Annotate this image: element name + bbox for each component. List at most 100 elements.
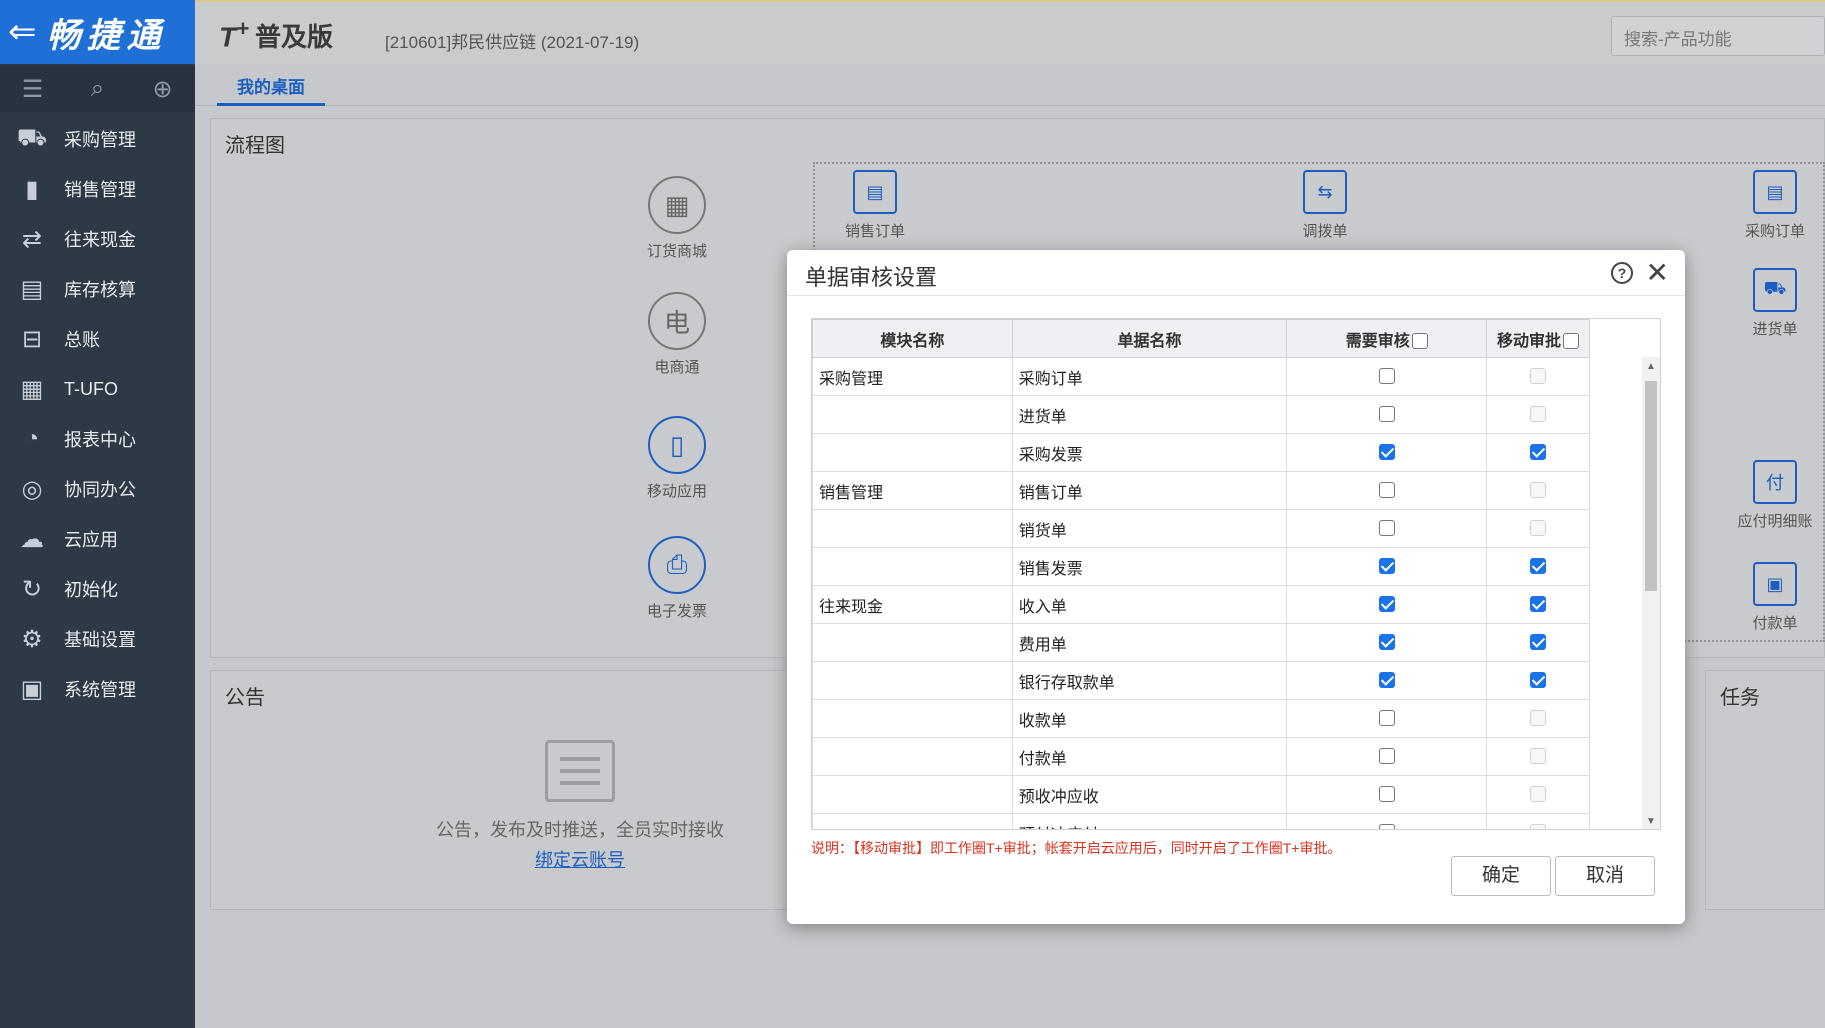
- table-row: 收款单: [812, 699, 1590, 738]
- node-purchase-order[interactable]: ▤ 采购订单: [1720, 170, 1825, 241]
- sidebar-item-label: 协同办公: [64, 480, 136, 500]
- node-e-invoice[interactable]: ⎙ 电子发票: [622, 536, 732, 621]
- sidebar-item[interactable]: ▤ 库存核算: [0, 264, 195, 314]
- mobile-cell: [1486, 699, 1590, 738]
- need-review-checkbox[interactable]: [1378, 444, 1395, 461]
- table-row: 往来现金 收入单: [812, 585, 1590, 624]
- sidebar-item[interactable]: ⚙ 基础设置: [0, 614, 195, 664]
- menu-icon[interactable]: ☰: [0, 75, 65, 104]
- need-review-checkbox[interactable]: [1378, 672, 1395, 689]
- review-cell: [1286, 395, 1488, 434]
- review-cell: [1286, 509, 1488, 548]
- mobile-cell: [1486, 433, 1590, 472]
- node-order-mall[interactable]: ▦ 订货商城: [622, 176, 732, 261]
- need-review-checkbox[interactable]: [1378, 786, 1395, 803]
- select-all-mobile-checkbox[interactable]: [1563, 333, 1580, 350]
- mobile-cell: [1486, 585, 1590, 624]
- doc-cell: 采购订单: [1011, 357, 1288, 396]
- sidebar-item[interactable]: ▣ 系统管理: [0, 664, 195, 714]
- scroll-thumb[interactable]: [1645, 381, 1657, 591]
- need-review-checkbox[interactable]: [1378, 368, 1395, 385]
- mobile-approval-checkbox: [1530, 710, 1547, 727]
- mobile-approval-checkbox[interactable]: [1530, 634, 1547, 651]
- node-sales-order[interactable]: ▤ 销售订单: [820, 170, 930, 241]
- sidebar-item[interactable]: ◎ 协同办公: [0, 464, 195, 514]
- doc-cell: 银行存取款单: [1011, 661, 1288, 700]
- need-review-checkbox[interactable]: [1378, 520, 1395, 537]
- mobile-approval-checkbox[interactable]: [1530, 558, 1547, 575]
- mobile-cell: [1486, 395, 1590, 434]
- sales-order-icon: ▤: [853, 170, 897, 214]
- col-doc: 单据名称: [1011, 319, 1288, 358]
- need-review-checkbox[interactable]: [1378, 406, 1395, 423]
- doc-cell: 进货单: [1011, 395, 1288, 434]
- mobile-icon: ▯: [648, 416, 706, 474]
- sidebar-item[interactable]: ☁ 云应用: [0, 514, 195, 564]
- need-review-checkbox[interactable]: [1378, 482, 1395, 499]
- doc-cell: 费用单: [1011, 623, 1288, 662]
- module-cell: [812, 775, 1013, 814]
- sidebar-item[interactable]: ⛟ 采购管理: [0, 114, 195, 164]
- vertical-scrollbar[interactable]: ▲ ▼: [1642, 357, 1660, 829]
- need-review-checkbox[interactable]: [1378, 824, 1395, 829]
- doc-cell: 预付冲应付: [1011, 813, 1288, 829]
- search-doc-icon[interactable]: ⌕: [65, 75, 130, 103]
- mobile-approval-checkbox: [1530, 482, 1547, 499]
- ok-button[interactable]: 确定: [1451, 856, 1551, 896]
- brand-logo: T+ 普及版: [219, 16, 333, 53]
- tab-bar: 我的桌面: [195, 66, 1825, 106]
- sidebar-item[interactable]: ▮ 销售管理: [0, 164, 195, 214]
- table-row: 预收冲应收: [812, 775, 1590, 814]
- doc-cell: 销售发票: [1011, 547, 1288, 586]
- close-icon[interactable]: ✕: [1646, 256, 1669, 289]
- node-payment[interactable]: ▣ 付款单: [1720, 562, 1825, 633]
- bind-cloud-account-link[interactable]: 绑定云账号: [535, 846, 625, 872]
- module-cell: [812, 509, 1013, 548]
- node-ecommerce[interactable]: 电 电商通: [622, 292, 732, 377]
- mobile-approval-checkbox[interactable]: [1530, 596, 1547, 613]
- mobile-cell: [1486, 661, 1590, 700]
- need-review-checkbox[interactable]: [1378, 710, 1395, 727]
- need-review-checkbox[interactable]: [1378, 558, 1395, 575]
- help-icon[interactable]: ?: [1611, 262, 1633, 284]
- review-cell: [1286, 357, 1488, 396]
- sidebar-item[interactable]: ⇄ 往来现金: [0, 214, 195, 264]
- sidebar-item[interactable]: ⊟ 总账: [0, 314, 195, 364]
- refresh-icon: ↻: [21, 575, 43, 603]
- sidebar-item[interactable]: ◔ 报表中心: [0, 414, 195, 464]
- review-cell: [1286, 471, 1488, 510]
- table-row: 进货单: [812, 395, 1590, 434]
- sidebar-item[interactable]: ↻ 初始化: [0, 564, 195, 614]
- sidebar-item[interactable]: ▦ T-UFO: [0, 364, 195, 414]
- ledger-icon: ⊟: [21, 325, 43, 353]
- tab-my-desktop[interactable]: 我的桌面: [217, 74, 325, 106]
- scroll-up-icon[interactable]: ▲: [1646, 361, 1656, 372]
- mobile-approval-checkbox: [1530, 786, 1547, 803]
- sidebar-item-label: 系统管理: [64, 680, 136, 700]
- need-review-checkbox[interactable]: [1378, 634, 1395, 651]
- node-payable-detail[interactable]: 付 应付明细账: [1720, 460, 1825, 531]
- doc-cell: 预收冲应收: [1011, 775, 1288, 814]
- module-cell: 销售管理: [812, 471, 1013, 510]
- need-review-checkbox[interactable]: [1378, 596, 1395, 613]
- sidebar-menu: ⛟ 采购管理 ▮ 销售管理 ⇄ 往来现金 ▤ 库存核算 ⊟ 总账 ▦ T-UFO ◔ 报表中心 ◎ 协同办公 ☁…: [0, 114, 195, 714]
- col-module: 模块名称: [812, 319, 1013, 358]
- node-label: 订货商城: [646, 243, 707, 260]
- table-row: 销售发票: [812, 547, 1590, 586]
- scroll-down-icon[interactable]: ▼: [1646, 816, 1656, 827]
- cancel-button[interactable]: 取消: [1555, 856, 1655, 896]
- wallet-icon: ▣: [1753, 562, 1797, 606]
- search-input[interactable]: 搜索-产品功能: [1611, 16, 1825, 56]
- node-mobile-app[interactable]: ▯ 移动应用: [622, 416, 732, 501]
- logo[interactable]: ⇐ 畅捷通: [0, 0, 195, 64]
- node-transfer[interactable]: ⇆ 调拨单: [1270, 170, 1380, 241]
- mobile-approval-checkbox[interactable]: [1530, 672, 1547, 689]
- back-arrow-icon[interactable]: ⇐: [8, 12, 37, 52]
- mobile-approval-checkbox[interactable]: [1530, 444, 1547, 461]
- add-doc-icon[interactable]: ⊕: [130, 75, 195, 104]
- node-label: 进货单: [1752, 321, 1798, 338]
- select-all-review-checkbox[interactable]: [1411, 333, 1428, 350]
- node-receipt[interactable]: ⛟ 进货单: [1720, 268, 1825, 339]
- mobile-cell: [1486, 623, 1590, 662]
- need-review-checkbox[interactable]: [1378, 748, 1395, 765]
